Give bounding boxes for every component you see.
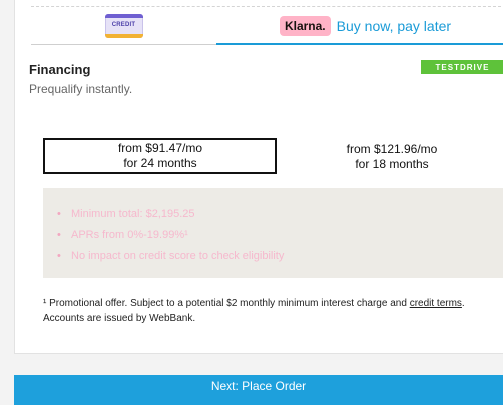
credit-terms-link[interactable]: credit terms bbox=[410, 298, 462, 309]
plan-price: from $121.96/mo bbox=[346, 142, 438, 156]
credit-card-label: CREDIT bbox=[111, 22, 136, 28]
footnote: ¹ Promotional offer. Subject to a potent… bbox=[43, 296, 503, 326]
plan-price: from $91.47/mo bbox=[117, 141, 203, 155]
plan-term: for 18 months bbox=[355, 157, 429, 171]
footnote-text: ¹ Promotional offer. Subject to a potent… bbox=[43, 298, 410, 309]
promo-code-badge: TESTDRIVE bbox=[421, 60, 503, 74]
payment-tabs: CREDIT Klarna. Buy now, pay later bbox=[31, 8, 503, 46]
tab-klarna[interactable]: Klarna. Buy now, pay later bbox=[216, 8, 503, 45]
card-stripe-top bbox=[104, 14, 143, 18]
tab-klarna-label: Buy now, pay later bbox=[336, 17, 452, 34]
credit-card-icon: CREDIT bbox=[104, 14, 143, 38]
detail-text: No impact on credit score to check eligi… bbox=[71, 250, 285, 262]
tab-credit[interactable]: CREDIT bbox=[31, 8, 216, 45]
divider bbox=[31, 6, 501, 7]
klarna-logo: Klarna. bbox=[279, 15, 331, 36]
bullet-icon: • bbox=[57, 250, 61, 262]
plan-term: for 24 months bbox=[123, 156, 197, 170]
financing-card: CREDIT Klarna. Buy now, pay later Financ… bbox=[14, 0, 503, 354]
list-item: • APRs from 0%-19.99%¹ bbox=[57, 225, 503, 246]
plan-option-18-months[interactable]: from $121.96/mo for 18 months bbox=[275, 140, 503, 174]
plan-details-list: • Minimum total: $2,195.25 • APRs from 0%-… bbox=[43, 188, 503, 267]
bullet-icon: • bbox=[57, 208, 61, 220]
bullet-icon: • bbox=[57, 229, 61, 241]
plan-option-24-months[interactable]: from $91.47/mo for 24 months bbox=[43, 138, 277, 174]
next-place-order-button[interactable]: Next: Place Order bbox=[14, 375, 503, 405]
list-item: • Minimum total: $2,195.25 bbox=[57, 204, 503, 225]
card-stripe-bottom bbox=[104, 34, 143, 38]
detail-text: Minimum total: $2,195.25 bbox=[71, 208, 195, 220]
detail-text: APRs from 0%-19.99%¹ bbox=[71, 229, 188, 241]
plan-details-box: • Minimum total: $2,195.25 • APRs from 0%-… bbox=[43, 188, 503, 278]
prequalify-text: Prequalify instantly. bbox=[29, 82, 133, 96]
list-item: • No impact on credit score to check elig… bbox=[57, 246, 503, 267]
financing-title: Financing bbox=[29, 62, 91, 77]
